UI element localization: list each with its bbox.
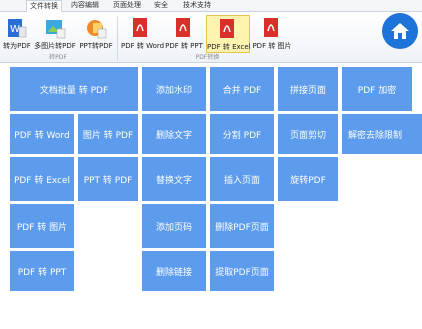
images-to-pdf-icon (46, 20, 66, 39)
tile-label: PPT 转 PDF (83, 175, 133, 186)
tile-label: 添加水印 (155, 85, 192, 96)
tile-extract-pdf-page[interactable]: 提取PDF页面 (210, 251, 274, 291)
tab-tech-support[interactable]: 技术支持 (180, 0, 214, 11)
tile-ppt-to-pdf[interactable]: PPT 转 PDF (78, 157, 138, 201)
ppt-to-pdf-icon (87, 20, 107, 39)
tile-label: 图片 转 PDF (82, 130, 134, 141)
tile-replace-text[interactable]: 替换文字 (142, 157, 206, 201)
ppt-to-pdf-label: PPT转PDF (79, 42, 113, 50)
tile-merge-pdf[interactable]: 合并 PDF (210, 67, 274, 111)
tile-label: 拼接页面 (289, 85, 326, 96)
tile-add-page-number[interactable]: 添加页码 (142, 204, 206, 248)
tile-label: PDF 转 图片 (16, 222, 68, 233)
ppt-to-pdf-button[interactable]: PPT转PDF (78, 15, 114, 51)
tile-pdf-encrypt[interactable]: PDF 加密 (342, 67, 412, 111)
pdf-to-excel-icon (220, 19, 234, 38)
tile-delete-link[interactable]: 删除链接 (142, 251, 206, 291)
tab-content-edit[interactable]: 内容编辑 (68, 0, 102, 11)
pdf-to-image-button[interactable]: PDF 转 图片 (250, 15, 294, 51)
tile-delete-text[interactable]: 删除文字 (142, 114, 206, 154)
tile-label: 文档批量 转 PDF (39, 85, 109, 96)
tile-label: 替换文字 (155, 175, 192, 186)
tile-pdf-to-image[interactable]: PDF 转 图片 (10, 204, 74, 248)
word-to-pdf-icon: W (8, 19, 27, 38)
ribbon-tab-bar: 文件转换 内容编辑 页面处理 安全 技术支持 (0, 0, 422, 12)
images-to-pdf-label: 多图片转PDF (34, 42, 76, 50)
images-to-pdf-button[interactable]: 多图片转PDF (34, 15, 76, 51)
tile-decrypt-remove-restrictions[interactable]: 解密去除限制 (342, 114, 422, 154)
tile-label: 页面剪切 (289, 130, 326, 141)
tile-label: PDF 转 Word (14, 130, 70, 141)
tile-label: 旋转PDF (290, 175, 326, 186)
ribbon-toolbar: W 转为PDF 多图片转PDF PPT转PDF 转PDF PDF 转 Word (0, 12, 422, 63)
pdf-to-excel-label: PDF 转 Excel (207, 43, 251, 51)
tile-label: 合并 PDF (222, 85, 262, 96)
pdf-to-image-icon (264, 18, 278, 37)
tile-label: 删除PDF页面 (215, 222, 269, 233)
tile-insert-page[interactable]: 插入页面 (210, 157, 274, 201)
pdf-to-ppt-label: PDF 转 PPT (165, 42, 203, 50)
group-to-pdf-label: 转PDF (49, 54, 67, 61)
tile-label: 提取PDF页面 (215, 267, 269, 278)
tab-security[interactable]: 安全 (150, 0, 172, 11)
tile-image-to-pdf[interactable]: 图片 转 PDF (78, 114, 138, 154)
tile-split-pdf[interactable]: 分割 PDF (210, 114, 274, 154)
tile-pdf-to-ppt[interactable]: PDF 转 PPT (10, 251, 74, 291)
tile-delete-pdf-page[interactable]: 删除PDF页面 (210, 204, 274, 248)
tile-doc-batch-to-pdf[interactable]: 文档批量 转 PDF (10, 67, 138, 111)
pdf-to-word-button[interactable]: PDF 转 Word (121, 15, 165, 51)
pdf-to-word-icon (133, 18, 147, 37)
tile-label: PDF 转 PPT (17, 267, 67, 278)
tile-label: PDF 转 Excel (13, 175, 71, 186)
tile-label: 删除文字 (155, 130, 192, 141)
pdf-to-ppt-button[interactable]: PDF 转 PPT (164, 15, 204, 51)
pdf-to-ppt-icon (176, 18, 190, 37)
tile-crop-page[interactable]: 页面剪切 (278, 114, 338, 154)
ribbon-separator (117, 16, 118, 60)
home-icon (391, 23, 409, 39)
tile-label: 插入页面 (223, 175, 260, 186)
svg-text:W: W (10, 24, 20, 35)
tab-page-process[interactable]: 页面处理 (110, 0, 144, 11)
tile-stitch-pages[interactable]: 拼接页面 (278, 67, 338, 111)
to-pdf-button[interactable]: W 转为PDF (2, 15, 32, 51)
tile-pdf-to-excel[interactable]: PDF 转 Excel (10, 157, 74, 201)
tile-rotate-pdf[interactable]: 旋转PDF (278, 157, 338, 201)
to-pdf-label: 转为PDF (3, 42, 31, 50)
tile-label: 解密去除限制 (348, 130, 403, 141)
pdf-to-word-label: PDF 转 Word (121, 42, 165, 50)
group-pdf-convert-label: PDF转换 (195, 54, 220, 61)
tile-pdf-to-word[interactable]: PDF 转 Word (10, 114, 74, 154)
tab-file-convert[interactable]: 文件转换 (26, 0, 62, 12)
tile-add-watermark[interactable]: 添加水印 (142, 67, 206, 111)
tile-label: 分割 PDF (222, 130, 262, 141)
pdf-to-excel-button[interactable]: PDF 转 Excel (206, 15, 251, 53)
tile-label: 添加页码 (155, 222, 192, 233)
tile-label: 删除链接 (155, 267, 192, 278)
pdf-to-image-label: PDF 转 图片 (252, 42, 292, 50)
tile-label: PDF 加密 (357, 85, 397, 96)
home-button[interactable] (382, 13, 418, 49)
